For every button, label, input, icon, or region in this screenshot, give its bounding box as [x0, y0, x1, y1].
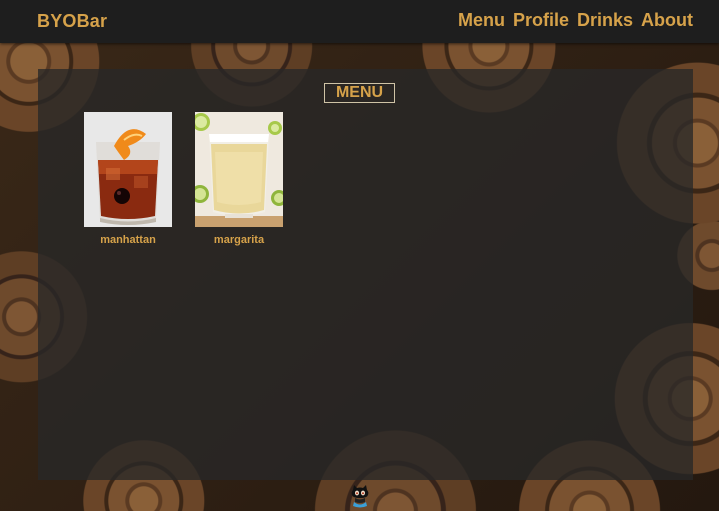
nav-link-drinks[interactable]: Drinks — [577, 10, 633, 31]
manhattan-photo[interactable] — [84, 112, 172, 227]
github-octocat-icon[interactable] — [350, 484, 370, 508]
margarita-photo[interactable] — [195, 112, 283, 227]
drink-card-manhattan[interactable]: manhattan — [84, 112, 172, 246]
menu-panel: MENU manhattan margarita — [38, 69, 693, 480]
menu-title: MENU — [324, 83, 395, 103]
drink-card-margarita[interactable]: margarita — [195, 112, 283, 246]
nav-link-about[interactable]: About — [641, 10, 693, 31]
nav-links: Menu Profile Drinks About — [458, 10, 693, 31]
drink-name-margarita[interactable]: margarita — [195, 234, 283, 246]
nav-link-profile[interactable]: Profile — [513, 10, 569, 31]
brand-logo[interactable]: BYOBar — [37, 11, 107, 32]
top-navbar: BYOBar Menu Profile Drinks About — [0, 0, 719, 43]
drink-name-manhattan[interactable]: manhattan — [84, 234, 172, 246]
nav-link-menu[interactable]: Menu — [458, 10, 505, 31]
footer — [0, 482, 719, 511]
